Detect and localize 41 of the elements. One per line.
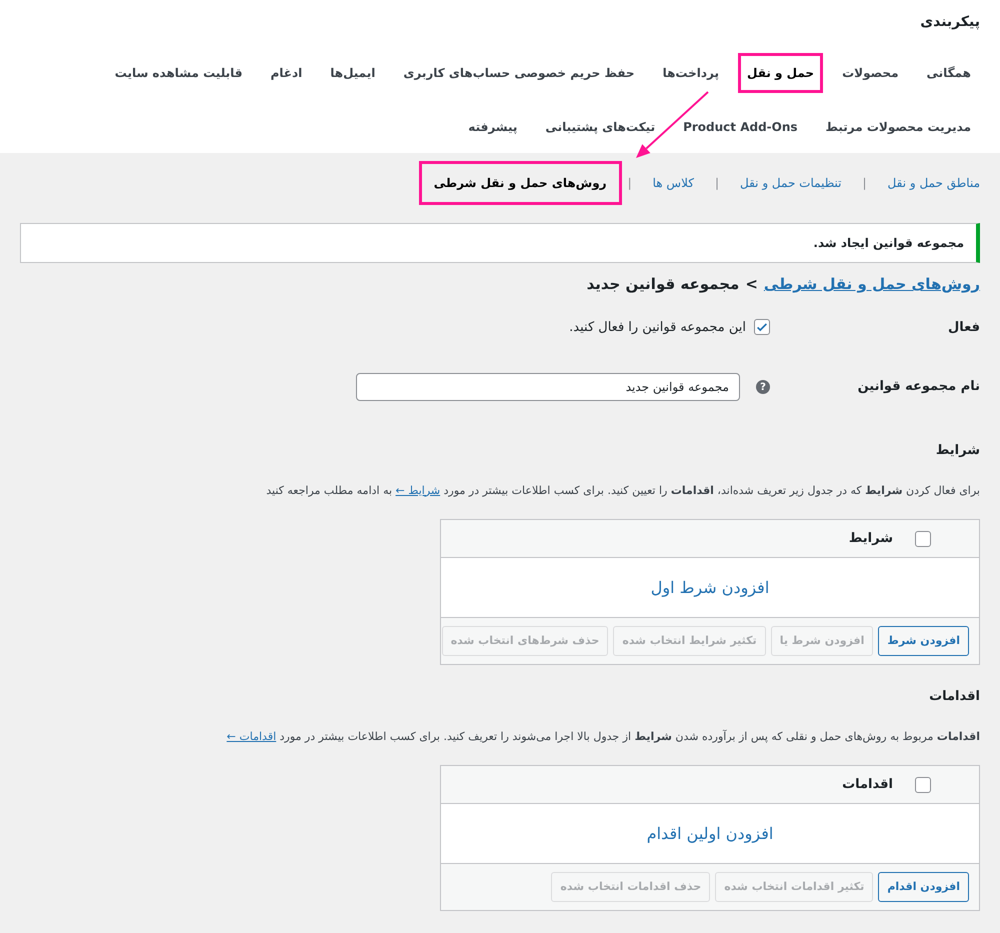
breadcrumb-separator: > — [745, 274, 758, 295]
field-label: نام مجموعه قوانین — [856, 378, 980, 396]
subnav-link[interactable]: روش‌های حمل و نقل شرطی — [418, 161, 622, 205]
page-heading: مجموعه قوانین جدید — [586, 274, 740, 295]
settings-tab[interactable]: Product Add-Ons — [674, 107, 807, 147]
column-header: اقدامات — [842, 776, 893, 794]
separator: | — [628, 175, 632, 192]
text-field[interactable]: مجموعه قوانین جدید — [356, 373, 740, 401]
learn-more-link[interactable]: اقدامات ← — [226, 730, 276, 742]
column-header: شرایط — [848, 530, 893, 548]
add-first-link[interactable]: افزودن اولین اقدام — [646, 822, 774, 846]
table-action-button[interactable]: افزودن اقدام — [878, 872, 969, 902]
settings-tab[interactable]: ایمیل‌ها — [321, 53, 384, 93]
add-first-link[interactable]: افزودن شرط اول — [650, 576, 770, 600]
field-label: فعال — [946, 318, 980, 336]
settings-tab[interactable]: مدیریت محصولات مرتبط — [816, 107, 980, 147]
section-description: برای فعال کردن شرایط که در جدول زیر تعریف شده‌اند، اقدامات را تعیین کنید. برای کسب اطلاعات بیشتر در مورد شرایط ← به ادامه مطلب مراجعه کنید — [265, 482, 980, 499]
page-title: پیکربندی — [919, 13, 980, 32]
table-action-button[interactable]: افزودن شرط — [878, 626, 969, 656]
help-icon[interactable]: ? — [756, 380, 770, 394]
separator: | — [862, 175, 867, 192]
settings-tab[interactable]: حفظ حریم خصوصی حساب‌های کاربری — [394, 53, 644, 93]
subnav-link[interactable]: تنظیمات حمل و نقل — [725, 161, 856, 205]
settings-tab[interactable]: همگانی — [918, 53, 980, 93]
section-description: اقدامات مربوط به روش‌های حمل و نقلی که پس از برآورده شدن شرایط از جدول بالا اجرا می‌شوند را تعریف کنید. برای کسب اطلاعات بیشتر در مورد اقدامات ← — [226, 728, 980, 745]
settings-tab[interactable]: پیشرفته — [459, 107, 526, 147]
section-heading: اقدامات — [928, 688, 980, 706]
separator: | — [714, 175, 719, 192]
checkbox-label: این مجموعه قوانین را فعال کنید. — [569, 318, 746, 336]
breadcrumb-link[interactable]: روش‌های حمل و نقل شرطی — [764, 273, 980, 296]
subnav-link[interactable]: مناطق حمل و نقل — [872, 161, 980, 205]
settings-tab[interactable]: محصولات — [833, 53, 908, 93]
settings-tab[interactable]: تیکت‌های پشتیبانی — [536, 107, 664, 147]
section-heading: شرایط — [934, 442, 980, 460]
subnav-link[interactable]: کلاس ها — [638, 161, 709, 205]
settings-tab[interactable]: ادغام — [261, 53, 312, 93]
success-notice: مجموعه قوانین ایجاد شد. — [20, 223, 980, 263]
settings-tab[interactable]: قابلیت مشاهده سایت — [106, 53, 252, 93]
settings-tab[interactable]: پرداخت‌ها — [654, 53, 728, 93]
learn-more-link[interactable]: شرایط ← — [396, 484, 440, 496]
settings-tab[interactable]: حمل و نقل — [738, 53, 824, 93]
